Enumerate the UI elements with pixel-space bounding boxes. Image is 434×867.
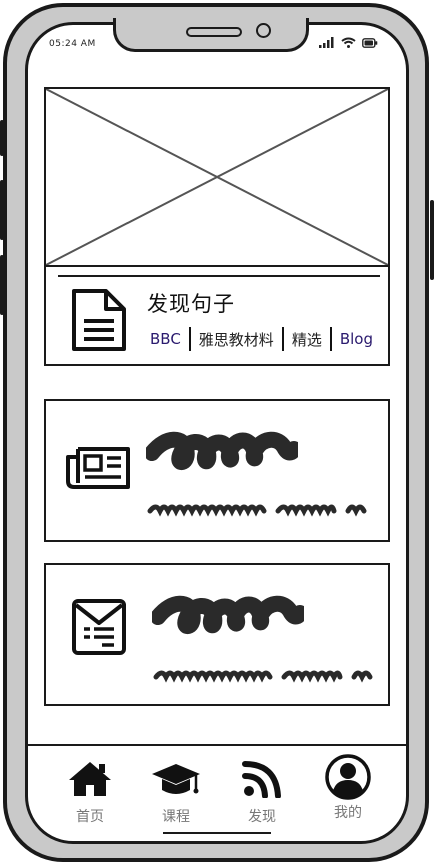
tab-home-label: 首页 [76, 809, 104, 825]
user-circle-icon [325, 754, 371, 800]
volume-down-button [0, 255, 4, 315]
tag-list: BBC 雅思教材料 精选 Blog [142, 327, 381, 351]
image-placeholder [46, 89, 388, 267]
status-time: 05:24 AM [49, 39, 96, 49]
tag-ielts-materials[interactable]: 雅思教材料 [191, 329, 282, 350]
signal-icon [319, 37, 334, 48]
message-card[interactable] [44, 563, 390, 706]
speaker [186, 27, 242, 37]
tag-blog[interactable]: Blog [332, 330, 381, 348]
active-tab-indicator [163, 832, 271, 834]
tabbar-divider [28, 744, 406, 746]
tab-courses-label: 课程 [162, 809, 190, 825]
battery-icon [362, 38, 378, 48]
tab-profile-label: 我的 [334, 805, 362, 821]
tab-profile[interactable]: 我的 [318, 754, 378, 822]
tab-discover-label: 发现 [248, 809, 276, 825]
tab-courses[interactable]: 课程 [146, 760, 206, 826]
tag-bbc[interactable]: BBC [142, 330, 189, 348]
tag-selected[interactable]: 精选 [284, 329, 330, 350]
wifi-icon [341, 37, 356, 48]
mail-icon [72, 599, 126, 659]
tab-home[interactable]: 首页 [60, 760, 120, 826]
subtitle-placeholder-scribble [153, 670, 373, 683]
newspaper-icon [66, 445, 132, 495]
featured-card[interactable]: 发现句子 BBC 雅思教材料 精选 Blog [44, 87, 390, 366]
divider [58, 275, 380, 277]
power-button [430, 200, 434, 280]
featured-title: 发现句子 [147, 292, 235, 316]
title-placeholder-scribble [146, 431, 298, 471]
mute-switch [0, 120, 4, 156]
front-camera [256, 23, 271, 38]
graduation-cap-icon [152, 764, 200, 794]
title-placeholder-scribble [152, 595, 304, 635]
volume-up-button [0, 180, 4, 240]
document-icon [70, 287, 128, 357]
tab-discover[interactable]: 发现 [232, 760, 292, 826]
home-icon [69, 762, 111, 796]
rss-icon [242, 761, 281, 799]
status-icons [319, 37, 378, 48]
news-card[interactable] [44, 399, 390, 542]
subtitle-placeholder-scribble [147, 504, 367, 517]
